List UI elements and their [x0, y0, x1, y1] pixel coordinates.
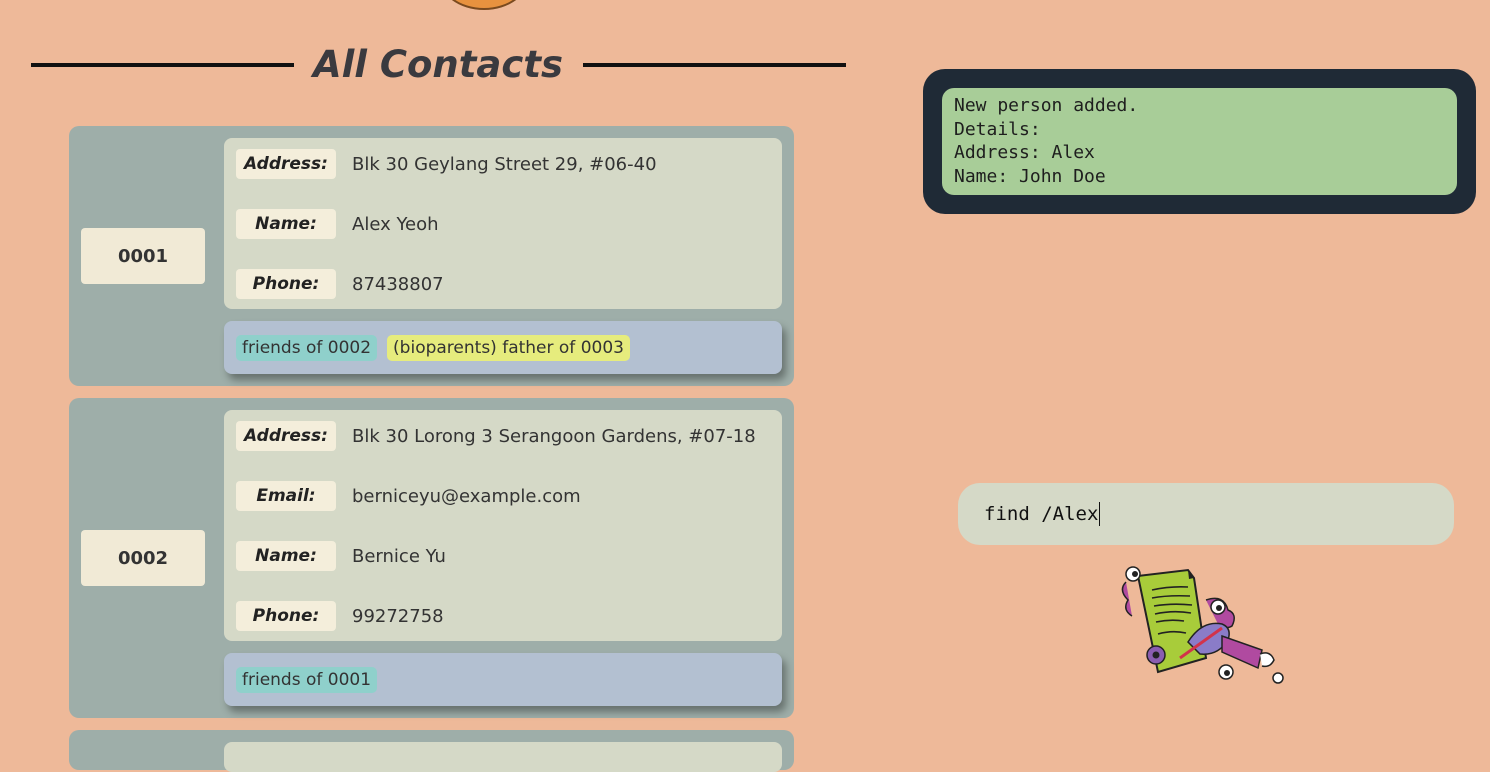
- result-line: Name: John Doe: [954, 165, 1106, 187]
- field-row-address: Address: Blk 30 Geylang Street 29, #06-4…: [236, 148, 782, 180]
- field-label: Address:: [236, 149, 336, 179]
- field-value: Blk 30 Lorong 3 Serangoon Gardens, #07-1…: [352, 425, 756, 447]
- field-label: Phone:: [236, 601, 336, 631]
- field-row-phone: Phone: 99272758: [236, 600, 782, 632]
- page-title: All Contacts: [312, 43, 564, 86]
- field-row-phone: Phone: 87438807: [236, 268, 782, 300]
- field-label: Name:: [236, 541, 336, 571]
- field-label: Phone:: [236, 269, 336, 299]
- contact-details: Address: Blk 30 Geylang Street 29, #06-4…: [224, 138, 782, 309]
- header-divider-left: [31, 63, 294, 67]
- field-row-name: Name: Alex Yeoh: [236, 208, 782, 240]
- field-label: Name:: [236, 209, 336, 239]
- contact-tags: friends of 0001: [224, 653, 782, 706]
- field-row-email: Email: berniceyu@example.com: [236, 480, 782, 512]
- command-input[interactable]: find /Alex: [958, 483, 1454, 545]
- field-row-address: Address: Blk 30 Lorong 3 Serangoon Garde…: [236, 420, 782, 452]
- contact-details: [224, 742, 782, 772]
- result-message: New person added. Details: Address: Alex…: [942, 88, 1457, 195]
- field-value: 99272758: [352, 605, 444, 627]
- header-divider-right: [583, 63, 846, 67]
- contact-card[interactable]: 0002 Address: Blk 30 Lorong 3 Serangoon …: [69, 398, 794, 718]
- tag[interactable]: friends of 0001: [236, 666, 378, 693]
- field-label: Address:: [236, 421, 336, 451]
- field-label: Email:: [236, 481, 336, 511]
- result-line: Details:: [954, 118, 1041, 140]
- field-value: berniceyu@example.com: [352, 485, 581, 507]
- field-row-name: Name: Bernice Yu: [236, 540, 782, 572]
- document-with-pen-mascot-icon: [1121, 566, 1284, 684]
- contact-id-badge: 0001: [81, 228, 205, 284]
- field-value: Blk 30 Geylang Street 29, #06-40: [352, 153, 657, 175]
- contact-details: Address: Blk 30 Lorong 3 Serangoon Garde…: [224, 410, 782, 641]
- result-display: New person added. Details: Address: Alex…: [923, 69, 1476, 214]
- result-line: Address: Alex: [954, 142, 1095, 163]
- contact-card[interactable]: 0001 Address: Blk 30 Geylang Street 29, …: [69, 126, 794, 386]
- command-text: find /Alex: [984, 503, 1099, 525]
- field-value: Bernice Yu: [352, 545, 446, 567]
- contact-tags: friends of 0002 (bioparents) father of 0…: [224, 321, 782, 374]
- field-value: Alex Yeoh: [352, 213, 439, 235]
- contact-id-badge: 0002: [81, 530, 205, 586]
- tag[interactable]: (bioparents) father of 0003: [387, 334, 630, 361]
- contact-card[interactable]: [69, 730, 794, 772]
- text-caret: [1099, 502, 1101, 526]
- field-value: 87438807: [352, 273, 444, 295]
- logo-circle-icon: [438, 0, 530, 10]
- result-line: New person added.: [954, 95, 1139, 116]
- tag[interactable]: friends of 0002: [236, 334, 378, 361]
